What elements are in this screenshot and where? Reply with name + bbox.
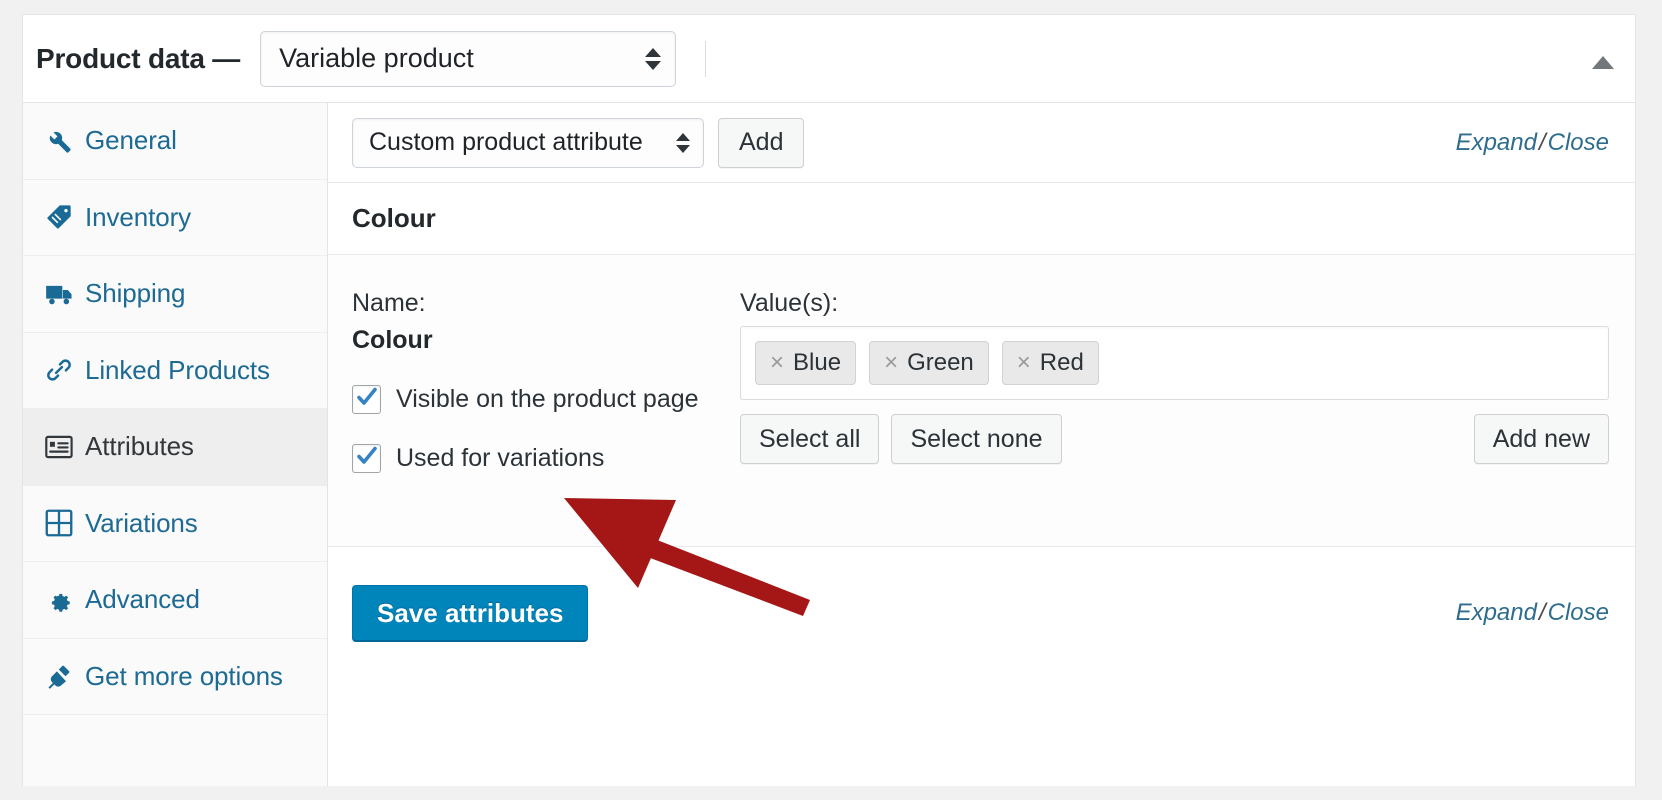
used-for-variations-label: Used for variations bbox=[396, 444, 605, 472]
footer-expand-close: Expand/Close bbox=[1456, 599, 1609, 627]
attributes-panel: Custom product attribute Add Expand/Clos… bbox=[328, 103, 1635, 786]
attribute-name-heading: Colour bbox=[352, 203, 436, 233]
save-attributes-button[interactable]: Save attributes bbox=[352, 585, 589, 641]
attribute-values-label: Value(s): bbox=[740, 289, 839, 317]
link-icon bbox=[45, 356, 79, 384]
select-none-button[interactable]: Select none bbox=[891, 414, 1062, 464]
attribute-row-body: Name: Colour Visible on the product page bbox=[328, 255, 1635, 547]
select-spinner-icon bbox=[645, 44, 662, 74]
visible-checkbox-label: Visible on the product page bbox=[396, 385, 699, 413]
select-spinner-icon bbox=[675, 130, 691, 156]
tag-icon bbox=[45, 203, 79, 231]
list-icon bbox=[45, 434, 79, 460]
value-token[interactable]: × Blue bbox=[755, 341, 857, 385]
sidebar-item-linked-products[interactable]: Linked Products bbox=[23, 333, 327, 409]
sidebar-item-label: General bbox=[85, 125, 177, 156]
value-token[interactable]: × Red bbox=[1001, 341, 1099, 385]
toolbar-expand-close: Expand/Close bbox=[1456, 129, 1609, 157]
attributes-footer: Save attributes Expand/Close bbox=[328, 547, 1635, 679]
remove-token-icon[interactable]: × bbox=[884, 351, 898, 375]
value-token-label: Green bbox=[907, 349, 974, 376]
product-data-metabox: Product data — Variable product General bbox=[22, 14, 1636, 786]
attribute-type-value: Custom product attribute bbox=[369, 128, 643, 156]
checkmark-icon bbox=[357, 446, 377, 464]
remove-token-icon[interactable]: × bbox=[1017, 351, 1031, 375]
attribute-type-select[interactable]: Custom product attribute bbox=[352, 117, 704, 168]
sidebar-item-label: Linked Products bbox=[85, 354, 270, 385]
sidebar-item-shipping[interactable]: Shipping bbox=[23, 256, 327, 333]
sidebar-item-label: Attributes bbox=[85, 431, 194, 462]
attribute-name-column: Name: Colour Visible on the product page bbox=[352, 289, 724, 516]
header-divider bbox=[705, 41, 706, 77]
plug-icon bbox=[45, 662, 79, 690]
checkmark-icon bbox=[357, 387, 377, 405]
expand-link[interactable]: Expand bbox=[1456, 129, 1537, 156]
attribute-values-input[interactable]: × Blue × Green × Red bbox=[740, 326, 1609, 400]
sidebar-item-attributes[interactable]: Attributes bbox=[23, 409, 327, 486]
sidebar-filler bbox=[23, 715, 327, 755]
sidebar-item-inventory[interactable]: Inventory bbox=[23, 180, 327, 256]
add-attribute-button[interactable]: Add bbox=[718, 117, 805, 168]
used-for-variations-row[interactable]: Used for variations bbox=[352, 444, 724, 473]
sidebar-item-general[interactable]: General bbox=[23, 103, 327, 180]
sidebar-item-get-more-options[interactable]: Get more options bbox=[23, 639, 327, 715]
link-separator: / bbox=[1538, 599, 1546, 626]
value-actions: Select all Select none Add new bbox=[740, 414, 1609, 464]
used-for-variations-checkbox[interactable] bbox=[352, 444, 381, 473]
value-token-label: Blue bbox=[793, 349, 842, 376]
sidebar-item-label: Inventory bbox=[85, 201, 192, 232]
close-link[interactable]: Close bbox=[1548, 599, 1609, 626]
product-data-tabs: General Inventory Shipping Linked Produc… bbox=[23, 103, 328, 786]
attribute-name-value: Colour bbox=[352, 326, 433, 354]
sidebar-item-advanced[interactable]: Advanced bbox=[23, 562, 327, 639]
close-link[interactable]: Close bbox=[1548, 129, 1609, 156]
metabox-body: General Inventory Shipping Linked Produc… bbox=[23, 103, 1635, 786]
attribute-row-header[interactable]: Colour bbox=[328, 183, 1635, 255]
value-token[interactable]: × Green bbox=[869, 341, 989, 385]
attributes-toolbar: Custom product attribute Add Expand/Clos… bbox=[328, 103, 1635, 183]
gear-icon bbox=[45, 586, 79, 614]
select-all-button[interactable]: Select all bbox=[740, 414, 880, 464]
truck-icon bbox=[45, 280, 79, 308]
add-new-value-button[interactable]: Add new bbox=[1473, 414, 1609, 464]
sidebar-item-label: Variations bbox=[85, 507, 198, 538]
wrench-icon bbox=[45, 127, 79, 155]
product-type-select[interactable]: Variable product bbox=[260, 30, 677, 87]
sidebar-item-label: Advanced bbox=[85, 584, 200, 615]
visible-checkbox[interactable] bbox=[352, 385, 381, 414]
screenshot-root: Product data — Variable product General bbox=[0, 0, 1662, 800]
collapse-toggle-button[interactable] bbox=[1590, 51, 1616, 73]
expand-link[interactable]: Expand bbox=[1456, 599, 1537, 626]
product-type-value: Variable product bbox=[279, 43, 474, 73]
link-separator: / bbox=[1538, 128, 1546, 156]
triangle-up-icon bbox=[1592, 55, 1614, 69]
remove-token-icon[interactable]: × bbox=[770, 351, 784, 375]
sidebar-item-label: Shipping bbox=[85, 278, 186, 309]
page-title: Product data — bbox=[36, 42, 241, 74]
grid-icon bbox=[45, 509, 79, 537]
value-token-label: Red bbox=[1039, 349, 1084, 376]
sidebar-item-label: Get more options bbox=[85, 660, 283, 691]
attribute-name-label: Name: bbox=[352, 289, 426, 317]
sidebar-item-variations[interactable]: Variations bbox=[23, 486, 327, 562]
visible-on-product-page-row[interactable]: Visible on the product page bbox=[352, 385, 724, 414]
attribute-values-column: Value(s): × Blue × Green × Red Select all S… bbox=[724, 289, 1609, 516]
metabox-header: Product data — Variable product bbox=[23, 15, 1635, 103]
